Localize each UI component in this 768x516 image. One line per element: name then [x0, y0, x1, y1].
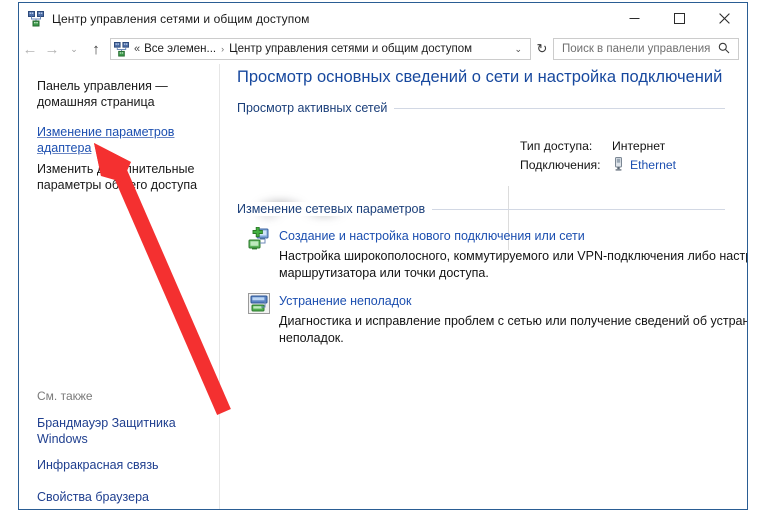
- navigation-bar: ← → ⌄ ↑ « Все элемен... › Центр управлен…: [19, 34, 747, 64]
- close-button[interactable]: [702, 3, 747, 34]
- main-panel: Просмотр основных сведений о сети и наст…: [220, 64, 747, 509]
- breadcrumb-separator: ›: [221, 44, 225, 54]
- desc-create-new-connection: Настройка широкополосного, коммутируемог…: [279, 249, 747, 280]
- access-type-label: Тип доступа:: [520, 139, 593, 153]
- up-button[interactable]: ↑: [85, 37, 107, 61]
- connections-value-link[interactable]: Ethernet: [630, 158, 676, 172]
- breadcrumb-overflow[interactable]: «: [134, 43, 140, 55]
- title-bar: Центр управления сетями и общим доступом: [19, 3, 747, 34]
- new-connection-icon: [247, 226, 271, 256]
- back-button[interactable]: ←: [19, 37, 41, 61]
- refresh-button[interactable]: ↻: [531, 38, 553, 60]
- recent-locations-button[interactable]: ⌄: [63, 37, 85, 61]
- change-settings-header: Изменение сетевых параметров: [237, 202, 433, 216]
- sidebar-item-advanced-sharing-settings[interactable]: Изменить дополнительные параметры общего…: [37, 161, 207, 193]
- active-networks-header: Просмотр активных сетей: [237, 101, 395, 115]
- see-also-item-infrared[interactable]: Инфракрасная связь: [37, 457, 212, 473]
- breadcrumb-item-all[interactable]: Все элемен...: [144, 43, 216, 55]
- sidebar: Панель управления — домашняя страница Из…: [19, 64, 219, 509]
- page-title: Просмотр основных сведений о сети и наст…: [237, 68, 723, 86]
- search-input[interactable]: Поиск в панели управления: [554, 43, 718, 55]
- see-also-item-firewall[interactable]: Брандмауэр Защитника Windows: [37, 415, 212, 447]
- link-troubleshoot[interactable]: Устранение неполадок: [279, 294, 411, 308]
- see-also-header: См. также: [37, 389, 93, 403]
- access-type-value: Интернет: [612, 139, 666, 153]
- window-controls: [612, 3, 747, 34]
- maximize-button[interactable]: [657, 3, 702, 34]
- chevron-down-icon[interactable]: ⌄: [514, 44, 530, 55]
- desc-troubleshoot: Диагностика и исправление проблем с сеть…: [279, 314, 747, 345]
- ethernet-icon: [612, 157, 625, 176]
- search-icon: [718, 42, 738, 57]
- connections-label: Подключения:: [520, 158, 601, 172]
- forward-button[interactable]: →: [41, 37, 63, 61]
- troubleshoot-icon: [248, 293, 270, 319]
- screenshot-root: Центр управления сетями и общим доступом…: [0, 0, 768, 516]
- address-network-icon: [114, 41, 129, 57]
- window-title: Центр управления сетями и общим доступом: [52, 11, 310, 26]
- content-area: Панель управления — домашняя страница Из…: [19, 64, 747, 509]
- minimize-button[interactable]: [612, 3, 657, 34]
- control-panel-window: Центр управления сетями и общим доступом…: [18, 2, 748, 510]
- address-bar[interactable]: « Все элемен... › Центр управления сетям…: [110, 38, 531, 60]
- sidebar-item-change-adapter-settings[interactable]: Изменение параметров адаптера: [37, 124, 209, 156]
- sidebar-item-home[interactable]: Панель управления — домашняя страница: [37, 78, 207, 110]
- search-box[interactable]: Поиск в панели управления: [553, 38, 739, 60]
- link-create-new-connection[interactable]: Создание и настройка нового подключения …: [279, 229, 585, 243]
- breadcrumb-item-current[interactable]: Центр управления сетями и общим доступом: [229, 43, 472, 55]
- network-sharing-icon: [28, 10, 44, 27]
- see-also-item-browser-properties[interactable]: Свойства браузера: [37, 489, 212, 505]
